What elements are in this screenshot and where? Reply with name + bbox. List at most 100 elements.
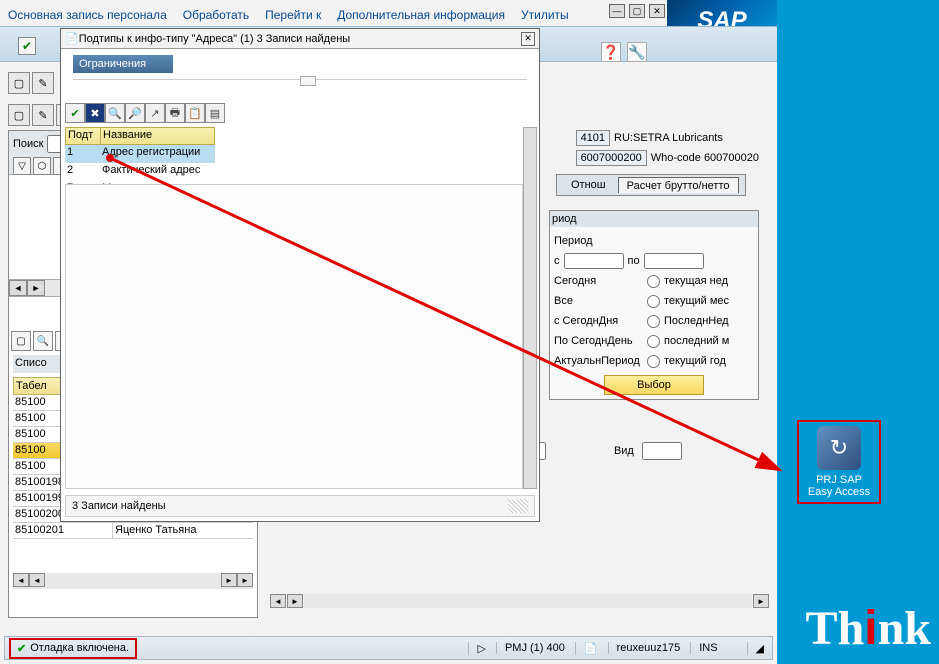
cell: Яценко Татьяна	[113, 523, 253, 538]
tool-icon[interactable]: 🔍	[33, 331, 53, 351]
period-row: Сегодня текущая нед	[554, 271, 754, 291]
from-input[interactable]	[564, 253, 624, 269]
help-icon[interactable]: ❓	[601, 42, 621, 62]
thinkpad-logo: Think	[806, 601, 931, 656]
scroll-last-icon[interactable]: ►	[237, 573, 253, 587]
popup-tool-icon[interactable]: ▤	[205, 103, 225, 123]
vid-input[interactable]	[642, 442, 682, 460]
popup-toolbar: ✔✖🔍🔎↗🖶📋▤	[65, 103, 225, 123]
tools-icon[interactable]: 🔧	[627, 42, 647, 62]
popup-tool-icon[interactable]: 📋	[185, 103, 205, 123]
scroll-right-icon[interactable]: ►	[287, 594, 303, 608]
vid-label: Вид	[614, 445, 634, 457]
table-row[interactable]: 85100201Яценко Татьяна	[13, 523, 253, 539]
period-radio-label: текущая нед	[664, 275, 754, 287]
period-radio-label: ПоследнНед	[664, 315, 754, 327]
shortcut-label: PRJ SAP Easy Access	[803, 474, 875, 498]
period-radio[interactable]	[647, 315, 660, 328]
scroll-first-icon[interactable]: ◄	[13, 573, 29, 587]
scroll-right-icon[interactable]: ►	[221, 573, 237, 587]
field-text: Who-code 600700020	[651, 152, 759, 164]
popup-tab[interactable]: Ограничения	[73, 55, 173, 73]
menu-item[interactable]: Дополнительная информация	[337, 8, 505, 28]
cell: Фактический адрес	[100, 163, 215, 181]
table-hscroll[interactable]: ◄ ◄ ► ►	[13, 573, 253, 589]
tool-icon[interactable]: ▢	[8, 104, 30, 126]
cell: 2	[65, 163, 100, 181]
menu-item[interactable]: Обработать	[183, 8, 249, 28]
popup-close-icon[interactable]: ✕	[521, 32, 535, 46]
popup-titlebar: 📄 Подтипы к инфо-типу "Адреса" (1) 3 Зап…	[61, 29, 539, 49]
period-option-label: с СегоднДня	[554, 315, 618, 327]
popup-vscroll[interactable]	[523, 127, 537, 489]
header-icons: ❓ 🔧	[601, 42, 647, 62]
popup-tool-icon[interactable]: ✔	[65, 103, 85, 123]
sap-shortcut-icon: ↻	[817, 426, 861, 470]
popup-table-row[interactable]: 2Фактический адрес	[65, 163, 215, 181]
menu-item[interactable]: Основная запись персонала	[8, 8, 167, 28]
resize-grip-icon[interactable]	[508, 499, 528, 513]
scroll-left-icon[interactable]: ◄	[9, 280, 27, 296]
tree-expand-icon[interactable]: ▽	[13, 157, 31, 175]
scroll-left-icon[interactable]: ◄	[29, 573, 45, 587]
tool-icon[interactable]: ▢	[8, 72, 30, 94]
period-radio[interactable]	[647, 295, 660, 308]
status-text: Отладка включена.	[30, 642, 129, 654]
resize-grip-icon[interactable]: ◢	[747, 642, 772, 655]
period-header: риод	[550, 211, 758, 227]
period-box: риод Период с по Сегодня текущая нед Всете…	[549, 210, 759, 400]
status-field: PMJ (1) 400	[496, 642, 573, 654]
period-option-label: По СегоднДень	[554, 335, 633, 347]
desktop-shortcut[interactable]: ↻ PRJ SAP Easy Access	[797, 420, 881, 504]
from-label: с	[554, 255, 560, 267]
tree-node-icon[interactable]: ⬡	[33, 157, 51, 175]
toolbar: ▢ ✎	[8, 72, 54, 96]
to-label: по	[628, 255, 640, 267]
tool-icon[interactable]: ▢	[11, 331, 31, 351]
status-bar: ✔ Отладка включена. ▷ PMJ (1) 400 📄 reux…	[4, 636, 773, 660]
popup-title: Подтипы к инфо-типу "Адреса" (1) 3 Запис…	[79, 33, 350, 45]
menu-item[interactable]: Утилиты	[521, 8, 569, 28]
status-field: reuxеuuz175	[608, 642, 689, 654]
period-radio[interactable]	[647, 335, 660, 348]
status-field: ▷	[468, 642, 493, 655]
tool-icon[interactable]: ✎	[32, 104, 54, 126]
field-row: 4101 RU:SETRA Lubricants	[576, 130, 759, 146]
period-label: Период	[554, 235, 593, 247]
period-radio[interactable]	[647, 355, 660, 368]
cell: Адрес регистрации	[100, 145, 215, 163]
tabstrip: Отнош Расчет брутто/нетто	[556, 174, 746, 196]
status-right: ▷ PMJ (1) 400 📄 reuxеuuz175 INS ◢	[468, 642, 772, 655]
scroll-left-icon[interactable]: ◄	[270, 594, 286, 608]
field-text: RU:SETRA Lubricants	[614, 132, 723, 144]
tab-active[interactable]: Расчет брутто/нетто	[618, 177, 739, 193]
enter-icon[interactable]: ✔	[18, 37, 36, 55]
popup-tool-icon[interactable]: ✖	[85, 103, 105, 123]
tool-icon[interactable]: ✎	[32, 72, 54, 94]
sap-window: SAP — ▢ ✕ Основная запись персонала Обра…	[0, 0, 777, 664]
scroll-right-icon[interactable]: ►	[753, 594, 769, 608]
period-option-label: АктуальнПериод	[554, 355, 640, 367]
period-radio-label: последний м	[664, 335, 754, 347]
select-button[interactable]: Выбор	[604, 375, 704, 395]
period-row: АктуальнПериодтекущий год	[554, 351, 754, 371]
to-input[interactable]	[644, 253, 704, 269]
popup-separator[interactable]	[73, 79, 527, 80]
popup-tool-icon[interactable]: 🔍	[105, 103, 125, 123]
period-row: Всетекущий мес	[554, 291, 754, 311]
popup-header-cell[interactable]: Подт	[66, 128, 101, 144]
popup-tool-icon[interactable]: 🖶	[165, 103, 185, 123]
popup-tool-icon[interactable]: ↗	[145, 103, 165, 123]
period-option-label: Сегодня	[554, 275, 596, 287]
scroll-right-icon[interactable]: ►	[27, 280, 45, 296]
period-radio[interactable]	[647, 275, 660, 288]
status-field: 📄	[575, 642, 606, 655]
popup-header-cell[interactable]: Название	[101, 128, 214, 144]
popup-status-text: 3 Записи найдены	[72, 500, 166, 512]
tab[interactable]: Отнош	[563, 177, 614, 193]
field-row: 6007000200 Who-code 600700020	[576, 150, 759, 166]
menu-item[interactable]: Перейти к	[265, 8, 321, 28]
popup-tool-icon[interactable]: 🔎	[125, 103, 145, 123]
popup-table-row[interactable]: 1Адрес регистрации	[65, 145, 215, 163]
panel-hscroll[interactable]: ◄ ► ►	[270, 594, 769, 610]
